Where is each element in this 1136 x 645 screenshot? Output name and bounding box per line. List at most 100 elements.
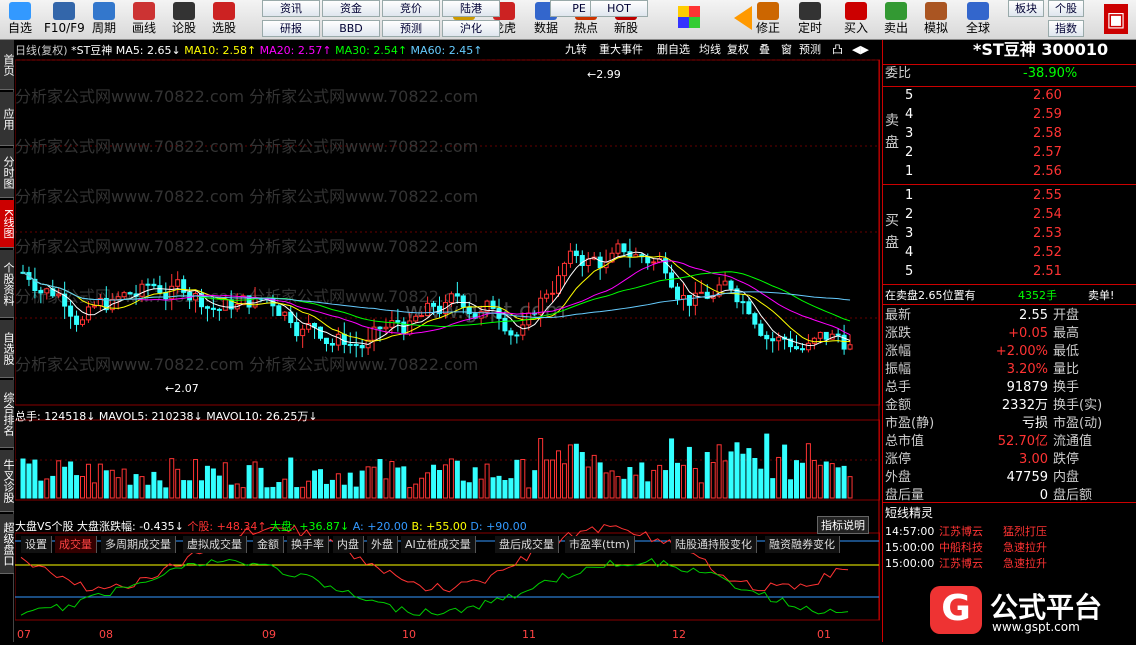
sidebar-item-0[interactable]: 首页 [0,40,15,90]
stat-label2: 内盘 [1053,470,1080,485]
tab-5[interactable]: 换手率 [287,536,329,553]
toolbar-btn-2[interactable]: 周期 [84,0,124,40]
chart-header: 日线(复权) *ST豆神 MA5: 2.65↓ MA10: 2.58↑ MA20… [15,42,482,58]
volume-bar [764,433,770,499]
tab-11[interactable]: 陆股通持股变化 [671,536,757,553]
toolbar-small-btn-3[interactable]: 陆港 [442,0,500,17]
candle-body [758,323,764,336]
toolbar-small-btn-11[interactable]: 个股 [1048,0,1084,17]
color-icon[interactable] [678,6,700,28]
tab-10[interactable]: 市盈率(ttm) [565,536,635,553]
volume-bar [395,467,401,499]
toolbar-icon-0 [9,2,31,20]
stat-label: 总手 [885,380,912,395]
toolbar-label-4: 论股 [171,21,196,35]
panel-divider [883,86,1136,87]
chart-area[interactable]: 分析家公式网www.70822.com 分析家公式网www.70822.com 分… [14,40,922,642]
toolbar-small-btn-12[interactable]: 指数 [1048,20,1084,37]
toolbar-btn-15[interactable]: 模拟 [916,0,956,40]
toolbar-btn-16[interactable]: 全球 [958,0,998,40]
sidebar-item-2[interactable]: 分时图 [0,148,15,198]
tab-9[interactable]: 盘后成交量 [495,536,559,553]
volume-bar [371,466,377,499]
tab-1[interactable]: 成交量 [55,536,97,553]
candle-body [573,250,579,257]
chart-menu-3[interactable]: 均线 [697,41,723,58]
volume-bar [44,478,50,499]
toolbar-btn-0[interactable]: 自选 [0,0,40,40]
sidebar-item-7[interactable]: 牛叉诊股 [0,450,15,512]
volume-bar [716,444,722,499]
candle-body [651,261,657,264]
volume-bar [585,466,591,499]
weibi-row: 委比 -38.90% [883,64,1136,83]
toolbar-btn-13[interactable]: 买入 [836,0,876,40]
volume-bar [210,468,216,499]
sidebar-item-4[interactable]: 个股资料 [0,250,15,318]
toolbar-btn-12[interactable]: 定时 [790,0,830,40]
tab-4[interactable]: 金额 [253,536,284,553]
sidebar-item-3[interactable]: K线图 [0,200,15,248]
candle-body [85,306,91,321]
x-axis-label: 01 [817,628,831,641]
stat-label: 涨幅 [885,344,912,359]
tab-6[interactable]: 内盘 [333,536,364,553]
toolbar-small-btn-0[interactable]: 资讯 [262,0,320,17]
toolbar-small-btn-1[interactable]: 资金 [322,0,380,17]
ma30-label: MA30: 2.54↑ [335,44,408,57]
volume-bar [193,459,199,499]
sidebar-item-8[interactable]: 超级盘口 [0,514,15,574]
chart-menu-8[interactable]: 凸 [830,41,845,58]
chart-menu-2[interactable]: 删自选 [655,41,692,58]
volume-bar [133,474,139,499]
toolbar-small-btn-4[interactable]: 研报 [262,20,320,37]
tab-2[interactable]: 多周期成交量 [101,536,176,553]
volume-bar [799,462,805,499]
star-icon[interactable]: ▣ [1104,4,1128,34]
volume-bar [234,483,240,499]
candle-body [389,320,395,328]
indicator-help-button[interactable]: 指标说明 [817,516,869,534]
volume-bar [32,459,38,499]
news-header: 短线精灵 [883,504,1136,523]
toolbar-small-btn-9[interactable]: HOT [590,0,648,17]
volume-bar [252,461,258,499]
chart-menu-0[interactable]: 九转 [563,41,589,58]
candle-body [752,313,758,325]
candle-body [216,308,222,311]
volume-bar [175,468,181,499]
volume-bar [276,482,282,499]
toolbar-btn-4[interactable]: 论股 [164,0,204,40]
chart-menu-4[interactable]: 复权 [725,41,751,58]
chart-menu-9[interactable]: ◀▶ [850,41,871,58]
sidebar: 首页 应用分时图 K线图个股资料自选股综合排名牛叉诊股超级盘口 [0,40,15,642]
tab-0[interactable]: 设置 [21,536,52,553]
volume-bar [68,461,74,499]
toolbar-small-btn-10[interactable]: 板块 [1008,0,1044,17]
buy-row: 3 2.53 [883,224,1136,243]
toolbar-btn-5[interactable]: 选股 [204,0,244,40]
volume-bar [490,477,496,499]
sidebar-item-1[interactable]: 应用 [0,92,15,146]
toolbar-small-btn-7[interactable]: 沪化 [442,20,500,37]
tab-12[interactable]: 融资融券变化 [765,536,840,553]
toolbar-btn-1[interactable]: F10/F9 [44,0,85,40]
arrow-icon[interactable] [722,6,752,30]
toolbar-small-btn-2[interactable]: 竞价 [382,0,440,17]
sidebar-item-6[interactable]: 综合排名 [0,380,15,448]
toolbar-btn-14[interactable]: 卖出 [876,0,916,40]
chart-menu-5[interactable]: 叠 [757,41,772,58]
vol-total: 总手: 124518↓ [15,410,96,423]
sidebar-item-5[interactable]: 自选股 [0,320,15,378]
tab-3[interactable]: 虚拟成交量 [183,536,247,553]
chart-menu-6[interactable]: 窗 [779,41,794,58]
tab-8[interactable]: AI立桩成交量 [401,536,476,553]
toolbar-btn-11[interactable]: 修正 [748,0,788,40]
toolbar-btn-3[interactable]: 画线 [124,0,164,40]
toolbar-icon-5 [213,2,235,20]
chart-menu-1[interactable]: 重大事件 [597,41,645,58]
toolbar-small-btn-5[interactable]: BBD [322,20,380,37]
toolbar-small-btn-6[interactable]: 预测 [382,20,440,37]
chart-menu-7[interactable]: 预测 [797,41,823,58]
tab-7[interactable]: 外盘 [367,536,398,553]
